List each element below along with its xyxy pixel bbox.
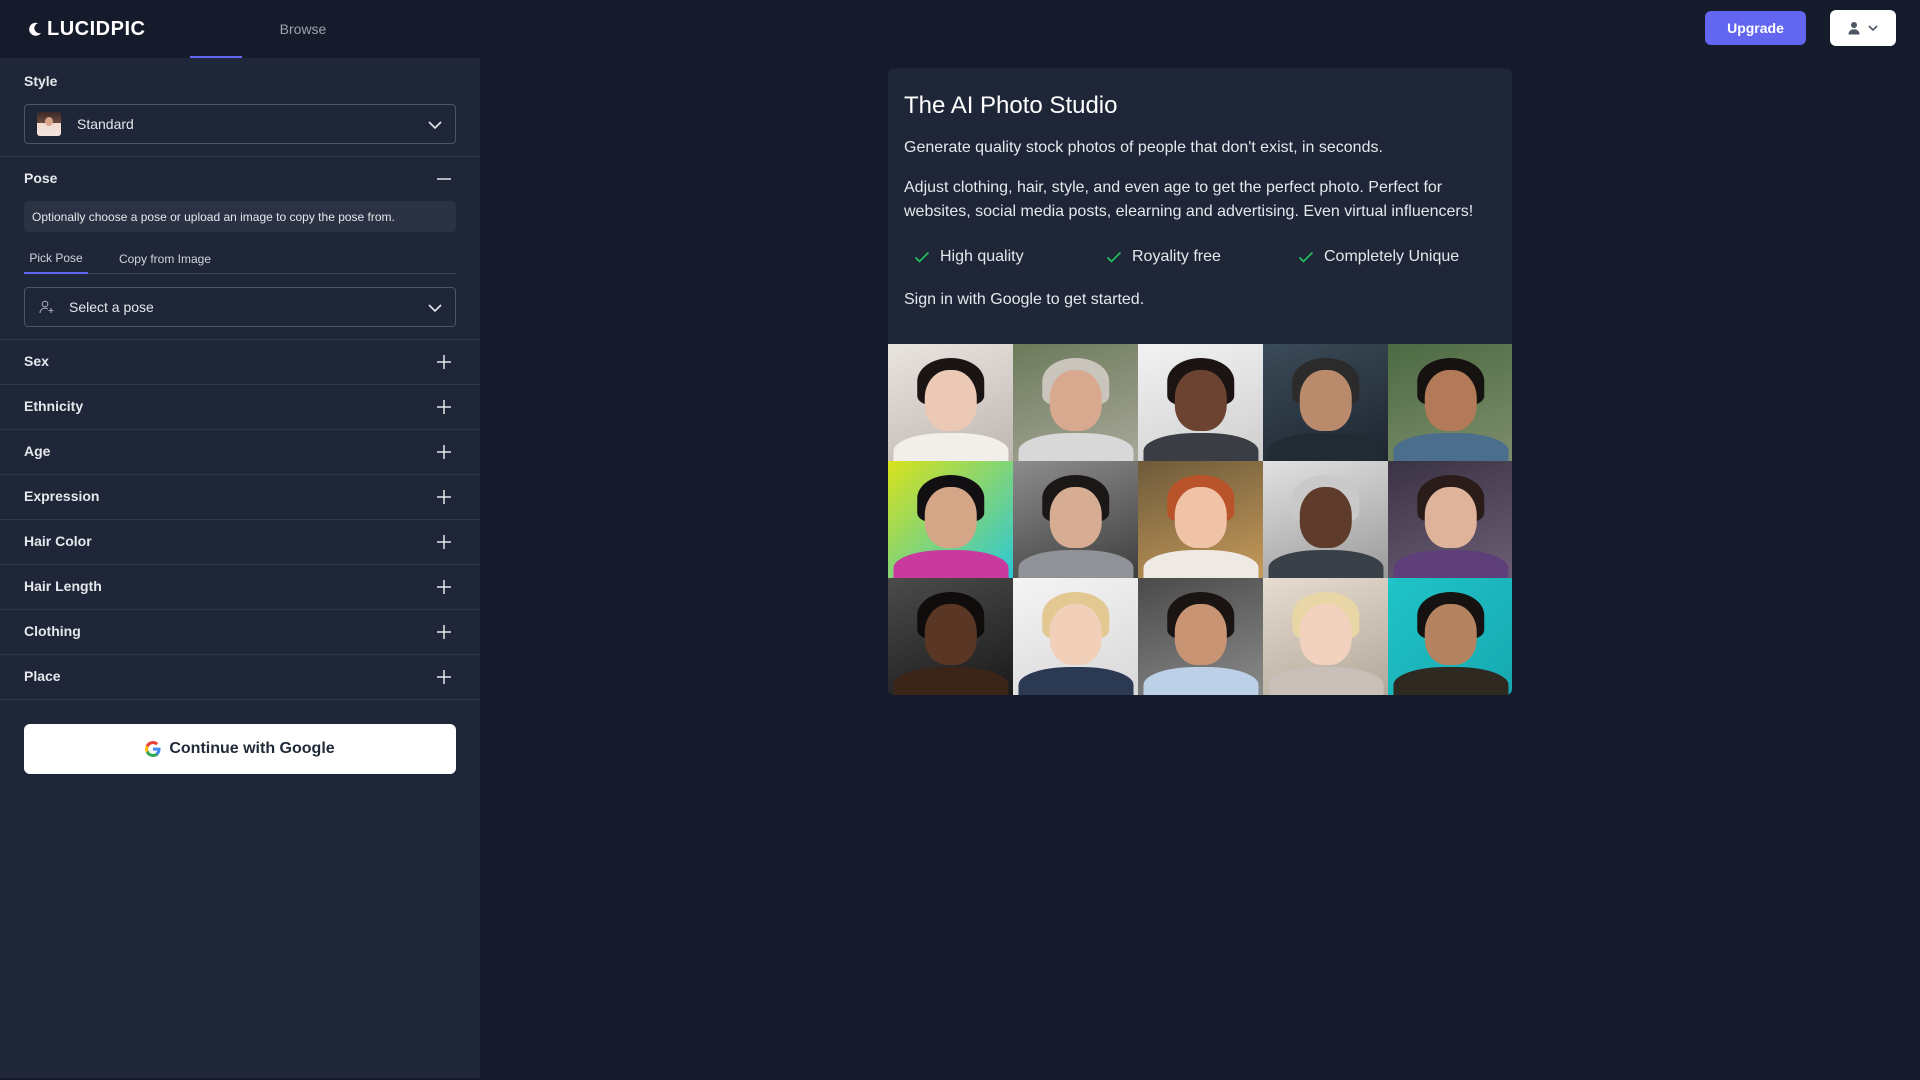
chevron-down-icon: [1868, 25, 1878, 31]
brand-logo[interactable]: LUCIDPIC: [27, 17, 145, 41]
user-icon: [1848, 22, 1860, 35]
sample-photo: [1388, 344, 1512, 461]
sample-photo: [1138, 344, 1263, 461]
card-signin-text: Sign in with Google to get started.: [904, 291, 1145, 308]
section-label: Clothing: [24, 623, 81, 639]
sample-photo-grid: [888, 344, 1512, 695]
pose-tabs: Pick Pose Copy from Image: [24, 243, 456, 274]
tab-pick-pose[interactable]: Pick Pose: [24, 243, 88, 274]
pose-label: Pose: [24, 170, 58, 186]
section-hair-color[interactable]: Hair Color: [0, 519, 480, 564]
chevron-down-icon: [428, 121, 442, 130]
section-clothing[interactable]: Clothing: [0, 609, 480, 654]
pose-hint: Optionally choose a pose or upload an im…: [24, 201, 456, 232]
pose-select-placeholder: Select a pose: [69, 299, 154, 315]
section-label: Place: [24, 668, 61, 684]
minus-icon: [437, 178, 451, 180]
check-icon: [914, 251, 930, 263]
plus-icon: [437, 400, 451, 414]
card-intro: Generate quality stock photos of people …: [904, 139, 1383, 156]
section-hair-length[interactable]: Hair Length: [0, 564, 480, 609]
plus-icon: [437, 535, 451, 549]
user-menu-button[interactable]: [1830, 10, 1896, 46]
plus-icon: [437, 625, 451, 639]
card-details: Adjust clothing, hair, style, and even a…: [904, 179, 1474, 220]
sample-photo: [1138, 578, 1263, 695]
style-thumbnail: [37, 112, 61, 136]
sample-photo: [1263, 461, 1388, 578]
check-icon: [1298, 251, 1314, 263]
options-sidebar: Style Standard Pose Optionally choose a …: [0, 58, 480, 1078]
intro-card: The AI Photo Studio Generate quality sto…: [888, 68, 1512, 695]
divider: [0, 699, 480, 700]
nav-tab-create[interactable]: [190, 0, 242, 58]
section-age[interactable]: Age: [0, 429, 480, 474]
top-header: LUCIDPIC Browse Upgrade: [0, 0, 1920, 58]
feature-label: High quality: [940, 248, 1024, 265]
feature-item: High quality: [914, 248, 1024, 266]
plus-icon: [437, 580, 451, 594]
style-label: Style: [24, 73, 58, 89]
chevron-down-icon: [428, 304, 442, 313]
section-label: Age: [24, 443, 51, 459]
tab-copy-from-image[interactable]: Copy from Image: [110, 243, 220, 274]
sample-photo: [888, 344, 1013, 461]
moon-logo-icon: [29, 22, 41, 36]
sample-photo: [1263, 344, 1388, 461]
nav-tab-browse[interactable]: Browse: [268, 0, 338, 58]
pose-section-header[interactable]: Pose: [0, 156, 480, 201]
pose-select[interactable]: Select a pose: [24, 287, 456, 327]
sample-photo: [1388, 578, 1512, 695]
sample-photo: [1388, 461, 1512, 578]
style-select-value: Standard: [77, 116, 134, 132]
plus-icon: [437, 445, 451, 459]
section-label: Hair Color: [24, 533, 92, 549]
feature-item: Completely Unique: [1298, 248, 1459, 266]
google-button-label: Continue with Google: [169, 740, 335, 757]
add-person-icon: [39, 300, 54, 314]
section-label: Hair Length: [24, 578, 102, 594]
plus-icon: [437, 670, 451, 684]
upgrade-button[interactable]: Upgrade: [1705, 11, 1806, 45]
section-ethnicity[interactable]: Ethnicity: [0, 384, 480, 429]
sample-photo: [1138, 461, 1263, 578]
check-icon: [1106, 251, 1122, 263]
section-place[interactable]: Place: [0, 654, 480, 699]
google-icon: [145, 741, 161, 757]
feature-label: Royality free: [1132, 248, 1221, 265]
section-label: Ethnicity: [24, 398, 84, 414]
sample-photo: [1263, 578, 1388, 695]
feature-item: Royality free: [1106, 248, 1221, 266]
style-select[interactable]: Standard: [24, 104, 456, 144]
plus-icon: [437, 490, 451, 504]
feature-label: Completely Unique: [1324, 248, 1460, 265]
card-title: The AI Photo Studio: [904, 92, 1118, 119]
section-sex[interactable]: Sex: [0, 339, 480, 384]
sample-photo: [1013, 578, 1138, 695]
brand-name: LUCIDPIC: [47, 17, 146, 40]
continue-with-google-button[interactable]: Continue with Google: [24, 724, 456, 774]
plus-icon: [437, 355, 451, 369]
sample-photo: [1013, 461, 1138, 578]
section-expression[interactable]: Expression: [0, 474, 480, 519]
section-label: Expression: [24, 488, 100, 504]
sample-photo: [1013, 344, 1138, 461]
section-label: Sex: [24, 353, 49, 369]
sample-photo: [888, 578, 1013, 695]
sample-photo: [888, 461, 1013, 578]
